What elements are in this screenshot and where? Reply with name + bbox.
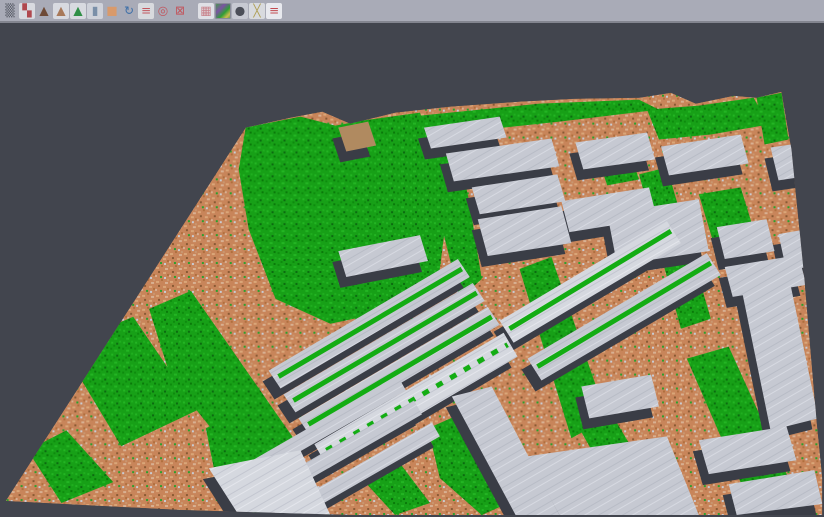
3d-viewport[interactable] [0, 23, 824, 515]
contour-lines-icon[interactable]: ≡ [138, 3, 154, 19]
zoom-extents-icon-glyph: ⊠ [175, 2, 185, 18]
classified-points-icon-glyph: ▚ [22, 2, 31, 18]
clip-plane-icon-glyph: ╳ [253, 2, 260, 18]
profile-column-icon[interactable]: ▮ [87, 3, 103, 19]
ortho-image-icon[interactable]: ■ [104, 3, 120, 19]
grid-overlay-icon[interactable]: ▦ [198, 3, 214, 19]
bare-earth-icon[interactable]: ▲ [53, 3, 69, 19]
canopy-model-icon[interactable]: ▲ [70, 3, 86, 19]
sphere-view-icon[interactable]: ● [232, 3, 248, 19]
point-cloud-scene [0, 23, 824, 515]
contour-lines-icon-glyph: ≡ [141, 2, 151, 18]
terrain-surface-icon-glyph: ▲ [39, 2, 48, 18]
bare-earth-icon-glyph: ▲ [56, 2, 65, 18]
rotate-view-icon-glyph: ↻ [124, 2, 134, 18]
target-center-icon[interactable]: ◎ [155, 3, 171, 19]
rotate-view-icon[interactable]: ↻ [121, 3, 137, 19]
main-toolbar: ▒ ▚ ▲ ▲ ▲ ▮ ■ ↻ ≡ ◎ ⊠ ▦ ● ╳ ≡ [0, 0, 824, 23]
classified-points-icon[interactable]: ▚ [19, 3, 35, 19]
measure-flag-icon[interactable]: ≡ [266, 3, 282, 19]
sphere-view-icon-glyph: ● [235, 2, 245, 18]
profile-column-icon-glyph: ▮ [92, 2, 99, 18]
target-center-icon-glyph: ◎ [158, 2, 168, 18]
terrain-surface-icon[interactable]: ▲ [36, 3, 52, 19]
zoom-extents-icon[interactable]: ⊠ [172, 3, 188, 19]
point-cloud-icon[interactable]: ▒ [2, 3, 18, 19]
point-cloud-icon-glyph: ▒ [5, 2, 14, 18]
colormap-icon[interactable] [215, 3, 231, 19]
canopy-model-icon-glyph: ▲ [73, 2, 82, 18]
ortho-image-icon-glyph: ■ [106, 2, 117, 18]
clip-plane-icon[interactable]: ╳ [249, 3, 265, 19]
grid-overlay-icon-glyph: ▦ [200, 2, 211, 18]
measure-flag-icon-glyph: ≡ [269, 2, 279, 18]
